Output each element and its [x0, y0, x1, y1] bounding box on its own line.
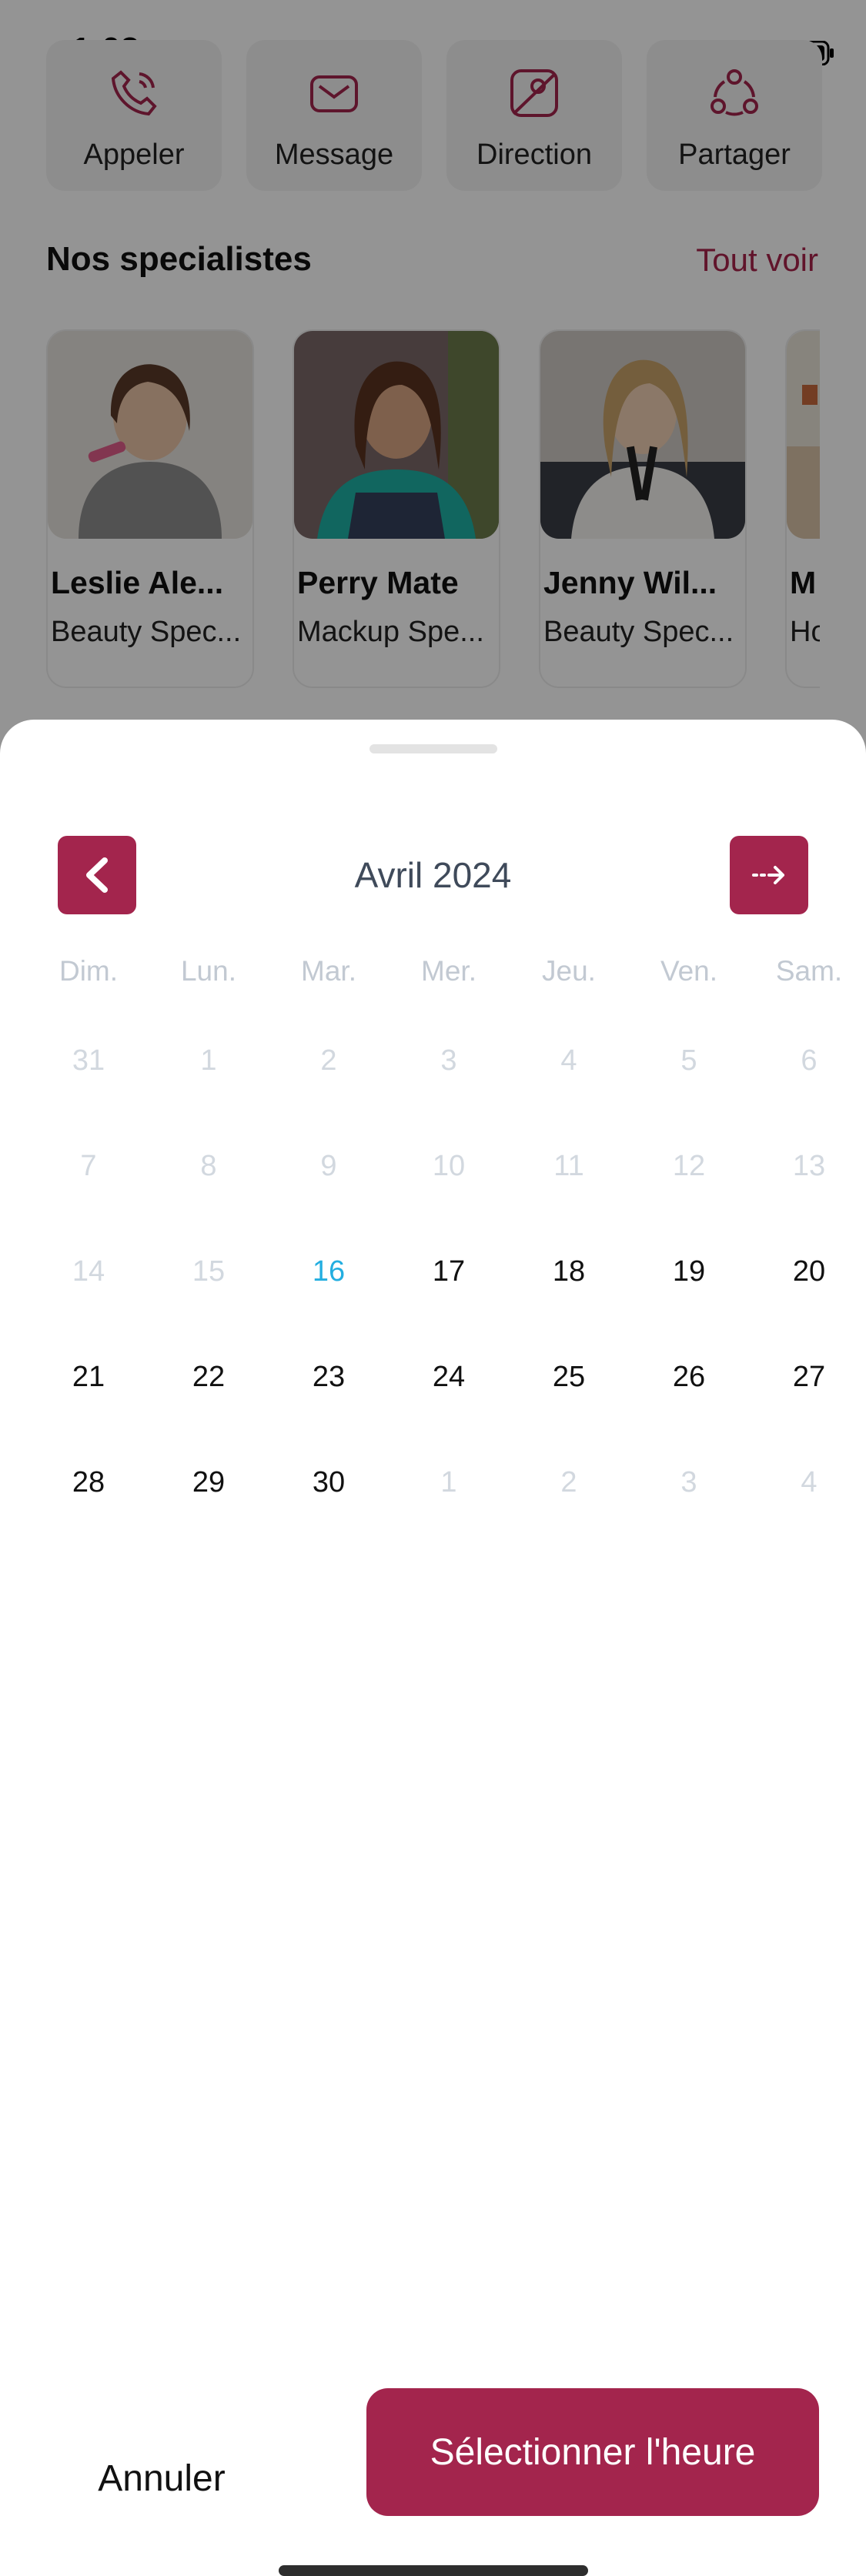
- calendar-day: 2: [560, 1466, 577, 1498]
- calendar-day: 8: [200, 1150, 217, 1182]
- calendar-day[interactable]: 25: [511, 1355, 627, 1461]
- calendar-day: 15: [192, 1255, 226, 1288]
- drag-handle[interactable]: [369, 744, 497, 753]
- calendar-day: 4: [560, 1044, 577, 1077]
- calendar-day: 7: [80, 1150, 97, 1182]
- calendar-day[interactable]: 23: [271, 1355, 386, 1461]
- weekday-label: Sam.: [775, 955, 843, 987]
- arrow-right-icon: [752, 866, 784, 884]
- calendar-day-today[interactable]: 16: [271, 1250, 386, 1355]
- calendar-day: 11: [553, 1150, 584, 1182]
- calendar-day[interactable]: 19: [631, 1250, 747, 1355]
- calendar-day: 6: [801, 1044, 818, 1077]
- calendar-day[interactable]: 27: [751, 1355, 866, 1461]
- calendar-day: 9: [320, 1150, 337, 1182]
- weekday-label: Mer.: [421, 955, 476, 987]
- weekday-label: Mar.: [301, 955, 356, 987]
- calendar-day: 3: [680, 1466, 697, 1498]
- date-picker-sheet: Avril 2024 Dim. Lun. Mar. Mer. Jeu. Ven.…: [0, 720, 866, 2576]
- calendar-day[interactable]: 21: [31, 1355, 146, 1461]
- calendar-day[interactable]: 17: [391, 1250, 507, 1355]
- calendar-day[interactable]: 28: [31, 1461, 146, 1566]
- calendar-day: 12: [672, 1150, 706, 1182]
- calendar-day[interactable]: 20: [751, 1250, 866, 1355]
- next-month-button[interactable]: [730, 836, 808, 914]
- home-indicator: [279, 2565, 588, 2576]
- calendar-day[interactable]: 30: [271, 1461, 386, 1566]
- calendar-day[interactable]: 24: [391, 1355, 507, 1461]
- cancel-button[interactable]: Annuler: [46, 2432, 277, 2524]
- calendar-day: 5: [680, 1044, 697, 1077]
- weekday-label: Ven.: [660, 955, 718, 987]
- weekday-label: Dim.: [59, 955, 119, 987]
- calendar-day: 1: [440, 1466, 457, 1498]
- calendar-day: 31: [72, 1044, 105, 1077]
- calendar-day[interactable]: 18: [511, 1250, 627, 1355]
- calendar-day: 14: [72, 1255, 105, 1288]
- calendar-day: 10: [432, 1150, 466, 1182]
- calendar-day[interactable]: 26: [631, 1355, 747, 1461]
- calendar-day: 2: [320, 1044, 337, 1077]
- calendar-day[interactable]: 22: [151, 1355, 266, 1461]
- calendar-day[interactable]: 29: [151, 1461, 266, 1566]
- calendar-day: 4: [801, 1466, 818, 1498]
- weekday-label: Lun.: [180, 955, 236, 987]
- calendar-grid: 31 1 2 3 4 5 6 7 8 9 10 11 12 13 14 15 16 17 18 19 20 21 22 23 2…: [31, 1039, 839, 1566]
- select-time-button[interactable]: Sélectionner l'heure: [366, 2388, 819, 2516]
- calendar-day: 1: [200, 1044, 217, 1077]
- calendar-day: 3: [440, 1044, 457, 1077]
- calendar-day: 13: [792, 1150, 826, 1182]
- weekday-label: Jeu.: [542, 955, 596, 987]
- weekday-header: Dim. Lun. Mar. Mer. Jeu. Ven. Sam.: [31, 955, 842, 987]
